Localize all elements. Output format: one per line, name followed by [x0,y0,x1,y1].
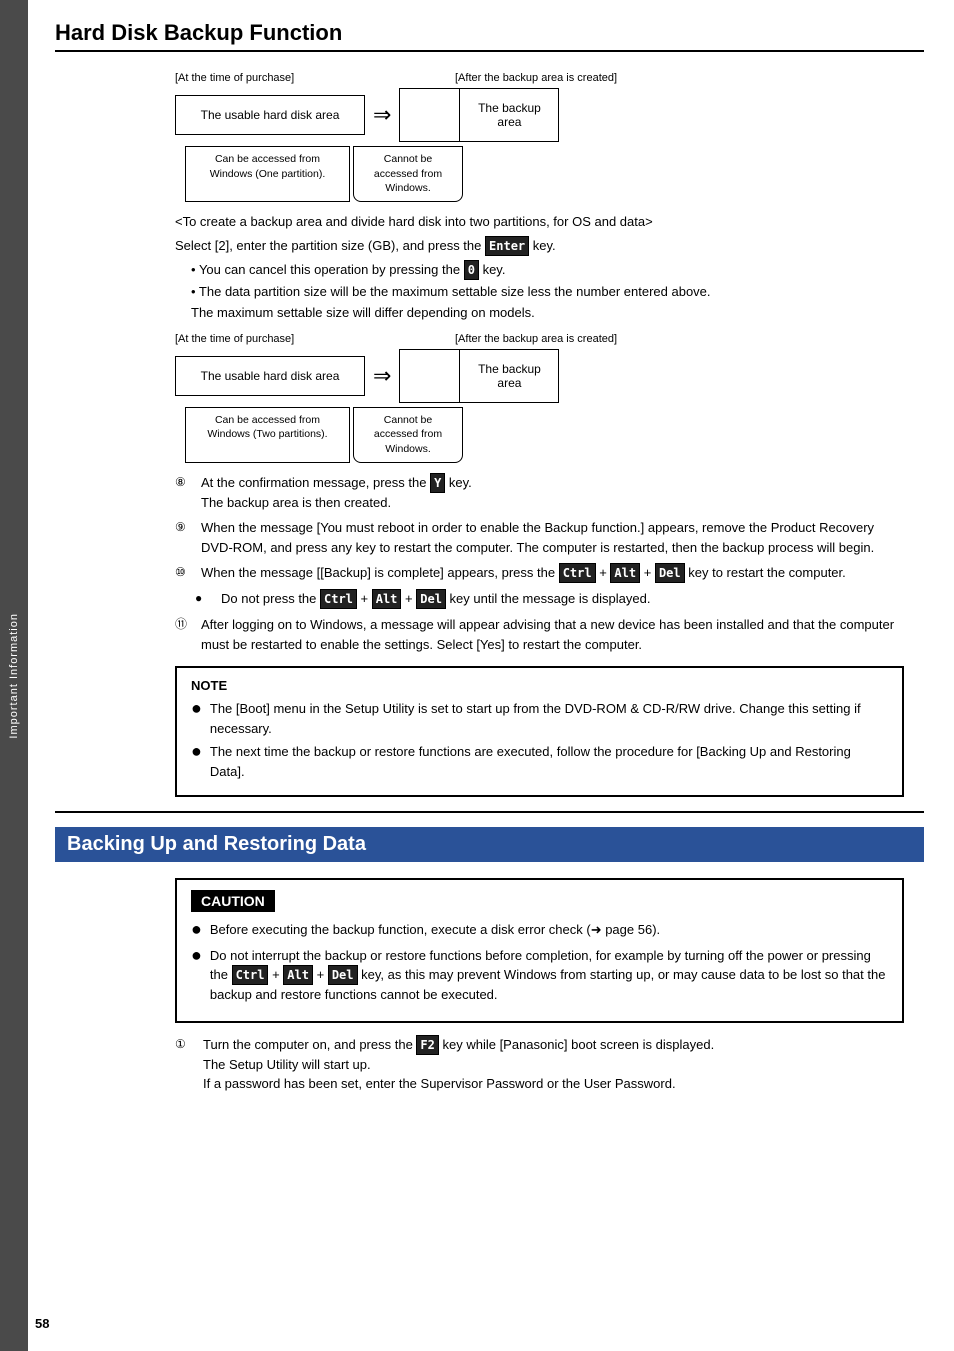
text1-intro: <To create a backup area and divide hard… [175,212,904,232]
note-bullet-2: ● [191,742,202,760]
num-10: ⑩ [175,563,195,583]
diagram2-bottom-labels: Can be accessed from Windows (Two partit… [175,407,735,463]
page-number: 58 [35,1316,49,1331]
diagram1-access-no: Cannot be accessed from Windows. [353,146,463,202]
caution-item-1: ● Before executing the backup function, … [191,920,888,940]
diagram1: [At the time of purchase] [After the bac… [175,72,735,202]
caution-bullet-1: ● [191,920,202,938]
diagram1-usable-box: The usable hard disk area [175,95,365,135]
note-item-1: ● The [Boot] menu in the Setup Utility i… [191,699,888,738]
text1-select: Select [2], enter the partition size (GB… [175,236,904,256]
diagram1-top-labels: [At the time of purchase] [After the bac… [175,72,735,84]
section1-title: Hard Disk Backup Function [55,20,924,46]
diagram1-right-boxes: The backup area [399,88,559,142]
caution-title: CAUTION [191,890,275,912]
diagram2-label-left: [At the time of purchase] [175,333,395,345]
diagram2-access-main: Can be accessed from Windows (Two partit… [185,407,350,463]
ctrl-key-b: Ctrl [320,589,357,609]
bullet1: • You can cancel this operation by press… [191,260,904,280]
diagram2-container: [At the time of purchase] [After the bac… [175,333,924,463]
bullet3: The maximum settable size will differ de… [191,303,904,323]
step-num-1: ① [175,1035,197,1094]
num-11: ⑪ [175,615,195,654]
diagram2-main-row: The usable hard disk area ⇒ The backup a… [175,349,735,403]
diagram1-bottom-labels: Can be accessed from Windows (One partit… [175,146,735,202]
diagram2-arrow: ⇒ [373,363,391,389]
zero-key: 0 [464,260,479,280]
note-bullet-1: ● [191,699,202,717]
diagram1-backup-box: The backup area [459,88,559,142]
numbered-items: ⑧ At the confirmation message, press the… [175,473,904,655]
note-box: NOTE ● The [Boot] menu in the Setup Util… [175,666,904,797]
item-10-bullet: ● Do not press the Ctrl + Alt + Del key … [195,589,904,609]
item-9: ⑨ When the message [You must reboot in o… [175,518,904,557]
sidebar-label: Important Information [8,613,20,739]
diagram1-label-right: [After the backup area is created] [455,72,617,84]
alt-key-b: Alt [372,589,402,609]
item-8: ⑧ At the confirmation message, press the… [175,473,904,513]
main-content: Hard Disk Backup Function [At the time o… [35,0,954,1142]
diagram2-access-no: Cannot be accessed from Windows. [353,407,463,463]
num-9: ⑨ [175,518,195,557]
diagram1-main-row: The usable hard disk area ⇒ The backup a… [175,88,735,142]
diagram2-right-boxes: The backup area [399,349,559,403]
diagram1-access-main: Can be accessed from Windows (One partit… [185,146,350,202]
note-title: NOTE [191,678,888,693]
ctrl-key-10: Ctrl [559,563,596,583]
enter-key: Enter [485,236,529,256]
del-key-b: Del [416,589,446,609]
step-1-text: Turn the computer on, and press the F2 k… [203,1035,714,1094]
diagram2: [At the time of purchase] [After the bac… [175,333,735,463]
diagram1-container: [At the time of purchase] [After the bac… [175,72,924,202]
item-10: ⑩ When the message [[Backup] is complete… [175,563,904,583]
diagram1-small-spacer [399,88,459,142]
del-key-c: Del [328,965,358,985]
caution-item-2: ● Do not interrupt the backup or restore… [191,946,888,1005]
diagram1-label-left: [At the time of purchase] [175,72,395,84]
diagram2-usable-box: The usable hard disk area [175,356,365,396]
del-key-10: Del [655,563,685,583]
section2-title: Backing Up and Restoring Data [67,833,912,856]
y-key: Y [430,473,445,493]
num-8: ⑧ [175,473,195,513]
caution-bullet-2: ● [191,946,202,964]
bullet-dot: ● [195,589,215,609]
diagram2-backup-box: The backup area [459,349,559,403]
section1-header: Hard Disk Backup Function [55,20,924,52]
diagram2-small-spacer [399,349,459,403]
f2-key: F2 [416,1035,438,1055]
body-text-1: <To create a backup area and divide hard… [175,212,904,323]
alt-key-10: Alt [610,563,640,583]
diagram2-label-right: [After the backup area is created] [455,333,617,345]
item-11: ⑪ After logging on to Windows, a message… [175,615,904,654]
caution-section: CAUTION ● Before executing the backup fu… [175,878,904,1023]
step-1: ① Turn the computer on, and press the F2… [175,1035,904,1094]
ctrl-key-c: Ctrl [232,965,269,985]
sidebar: Important Information [0,0,28,1351]
diagram2-top-labels: [At the time of purchase] [After the bac… [175,333,735,345]
note-item-2: ● The next time the backup or restore fu… [191,742,888,781]
alt-key-c: Alt [283,965,313,985]
diagram1-arrow: ⇒ [373,102,391,128]
section2-header: Backing Up and Restoring Data [55,827,924,862]
bullet2: • The data partition size will be the ma… [191,282,904,302]
divider [55,811,924,813]
